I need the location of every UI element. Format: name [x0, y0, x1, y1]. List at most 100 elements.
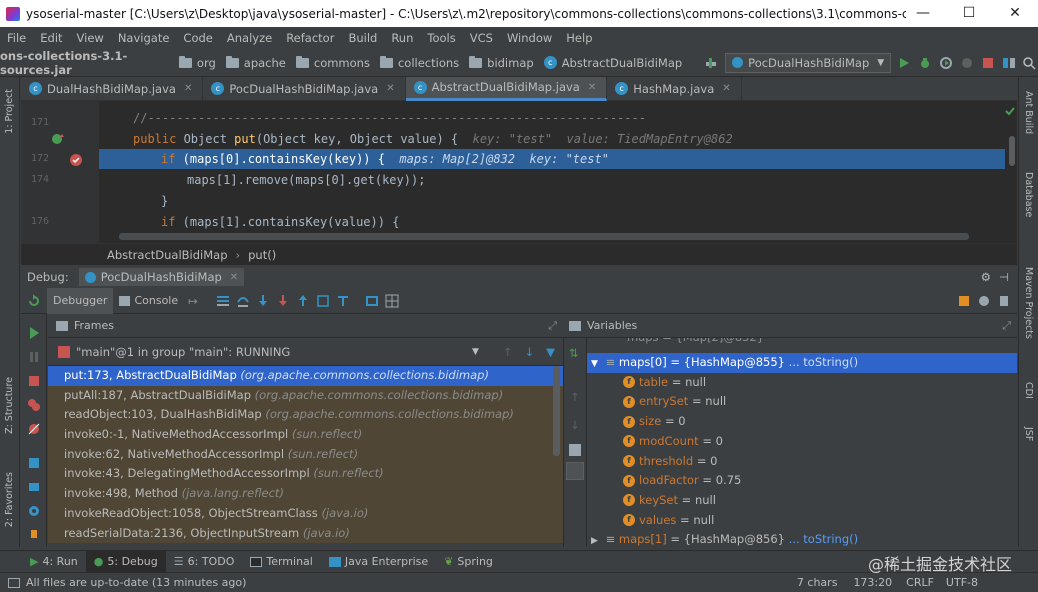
maven-tool-tab[interactable]: Maven Projects — [1023, 267, 1034, 339]
menu-navigate[interactable]: Navigate — [111, 31, 177, 45]
drop-frame-icon[interactable] — [316, 294, 330, 308]
hide-panel-icon[interactable]: ⊣ — [999, 270, 1009, 284]
close-icon[interactable]: ✕ — [230, 272, 238, 283]
next-frame-icon[interactable]: ↓ — [525, 345, 535, 359]
chevron-right-icon[interactable]: ▶ — [591, 536, 598, 546]
tostring-link[interactable]: ... toString() — [789, 532, 858, 546]
tab-hashmap[interactable]: c HashMap.java ✕ — [607, 76, 742, 101]
variable-row-selected[interactable]: ▼ ≡ maps[0] = {HashMap@855} ... toString… — [587, 353, 1017, 373]
copy-icon[interactable] — [569, 444, 581, 456]
frame-row[interactable]: invokeReadObject:1058, ObjectStreamClass… — [48, 503, 563, 524]
build-hammer-icon[interactable] — [702, 53, 719, 73]
variable-row[interactable]: f size = 0 — [623, 412, 686, 432]
previous-frame-icon[interactable]: ↑ — [503, 345, 513, 359]
breadcrumb-class[interactable]: c AbstractDualBidiMap — [543, 56, 682, 70]
run-to-cursor-icon[interactable] — [336, 294, 350, 308]
evaluate-expression-icon[interactable] — [365, 294, 379, 308]
cdi-tool-tab[interactable]: CDI — [1023, 382, 1034, 399]
frame-row[interactable]: readObject:103, DualHashBidiMap (org.apa… — [48, 405, 563, 426]
close-icon[interactable]: ✕ — [184, 83, 192, 94]
close-icon[interactable]: ✕ — [588, 82, 596, 93]
stop-icon[interactable] — [27, 374, 41, 388]
view-breakpoints-icon[interactable] — [27, 398, 41, 412]
move-down-icon[interactable]: ↓ — [570, 418, 580, 432]
menu-view[interactable]: View — [70, 31, 111, 45]
tab-console[interactable]: Console — [113, 288, 184, 314]
ant-build-tool-tab[interactable]: Ant Build — [1023, 91, 1034, 134]
show-variables-toggle[interactable] — [566, 462, 584, 480]
tab-abstractdualbidimap[interactable]: c AbstractDualBidiMap.java ✕ — [405, 76, 608, 101]
minimize-button[interactable]: — — [900, 0, 946, 27]
tostring-link[interactable]: ... toString() — [789, 355, 858, 369]
tab-todo[interactable]: ☰ 6: TODO — [166, 551, 243, 573]
tab-run[interactable]: ▶ 4: Run — [22, 551, 86, 573]
breadcrumb-apache[interactable]: apache — [225, 55, 286, 70]
close-button[interactable]: ✕ — [992, 0, 1038, 27]
menu-edit[interactable]: Edit — [33, 31, 69, 45]
frame-row[interactable]: putAll:187, AbstractDualBidiMap (org.apa… — [48, 385, 563, 406]
move-up-icon[interactable]: ↑ — [570, 390, 580, 404]
editor-scrollbar[interactable] — [1009, 136, 1015, 166]
tab-spring[interactable]: ❦ Spring — [436, 551, 501, 573]
show-execution-point-icon[interactable] — [216, 294, 230, 308]
frames-scrollbar[interactable] — [553, 366, 560, 456]
restore-layout-icon[interactable] — [957, 294, 971, 308]
variable-row[interactable]: f table = null — [623, 373, 706, 393]
settings-icon[interactable] — [27, 504, 41, 518]
breadcrumb-collections[interactable]: collections — [379, 55, 459, 70]
expand-panel-icon[interactable]: ⤢ — [548, 319, 557, 333]
project-tool-tab[interactable]: 1: Project — [4, 89, 15, 134]
pin-icon[interactable] — [997, 294, 1011, 308]
status-cursor-position[interactable]: 173:20 — [853, 576, 892, 589]
breadcrumb-jar[interactable]: ons-collections-3.1-sources.jar — [0, 49, 169, 77]
variable-row[interactable]: f threshold = 0 — [623, 452, 717, 472]
breakpoint-icon[interactable] — [69, 153, 83, 170]
variable-row[interactable]: f entrySet = null — [623, 392, 726, 412]
thread-select[interactable]: "main"@1 in group "main": RUNNING ▼ ↑ ↓ … — [48, 338, 563, 366]
structure-tool-tab[interactable]: Z: Structure — [4, 377, 15, 434]
chevron-down-icon[interactable]: ▼ — [591, 359, 598, 369]
menu-build[interactable]: Build — [341, 31, 384, 45]
maximize-button[interactable]: ☐ — [946, 0, 992, 27]
run-config-select[interactable]: PocDualHashBidiMap ▼ — [725, 52, 892, 73]
variable-row[interactable]: f loadFactor = 0.75 — [623, 471, 741, 491]
pin-tab-icon[interactable] — [27, 528, 41, 542]
step-out-icon[interactable] — [296, 294, 310, 308]
variable-row[interactable]: ▶ ≡ maps[1] = {HashMap@856} ... toString… — [587, 530, 858, 547]
coverage-icon[interactable] — [937, 53, 954, 73]
breadcrumb-org[interactable]: org — [178, 55, 216, 70]
frame-row[interactable]: readSerialData:2136, ObjectInputStream (… — [48, 523, 563, 544]
tab-pocdualhashbidimap[interactable]: c PocDualHashBidiMap.java ✕ — [203, 76, 406, 101]
jsf-tool-tab[interactable]: JSF — [1023, 427, 1034, 441]
rerun-icon[interactable] — [21, 293, 47, 308]
restore-layout-icon[interactable] — [27, 480, 41, 494]
run-icon[interactable] — [895, 53, 912, 73]
tab-java-enterprise[interactable]: Java Enterprise — [321, 551, 436, 573]
step-into-icon[interactable] — [256, 294, 270, 308]
search-icon[interactable] — [1021, 53, 1038, 73]
gear-icon[interactable]: ⚙ — [981, 270, 991, 284]
favorites-tool-tab[interactable]: 2: Favorites — [4, 472, 15, 527]
menu-run[interactable]: Run — [384, 31, 420, 45]
breadcrumb-bidimap[interactable]: bidimap — [469, 55, 534, 70]
database-tool-tab[interactable]: Database — [1023, 172, 1034, 217]
profile-icon[interactable] — [958, 53, 975, 73]
filter-icon[interactable]: ▼ — [546, 345, 555, 359]
menu-code[interactable]: Code — [176, 31, 219, 45]
project-structure-icon[interactable] — [1000, 53, 1017, 73]
frame-row[interactable]: invoke0:-1, NativeMethodAccessorImpl (su… — [48, 425, 563, 445]
status-line-separator[interactable]: CRLF — [906, 576, 934, 589]
frame-row[interactable]: put:173, AbstractDualBidiMap (org.apache… — [48, 366, 563, 386]
close-icon[interactable]: ✕ — [722, 83, 730, 94]
tool-windows-icon[interactable] — [8, 577, 20, 588]
settings-icon[interactable] — [977, 294, 991, 308]
menu-refactor[interactable]: Refactor — [279, 31, 341, 45]
variable-row-partial[interactable]: maps = {Map[2]@832} — [627, 338, 764, 348]
step-over-icon[interactable] — [236, 294, 250, 308]
pause-icon[interactable] — [27, 350, 41, 364]
breadcrumb-method-item[interactable]: put() — [248, 248, 276, 262]
close-icon[interactable]: ✕ — [386, 83, 394, 94]
force-step-into-icon[interactable] — [276, 294, 290, 308]
resume-icon[interactable] — [27, 326, 41, 340]
variable-row[interactable]: f modCount = 0 — [623, 432, 723, 452]
